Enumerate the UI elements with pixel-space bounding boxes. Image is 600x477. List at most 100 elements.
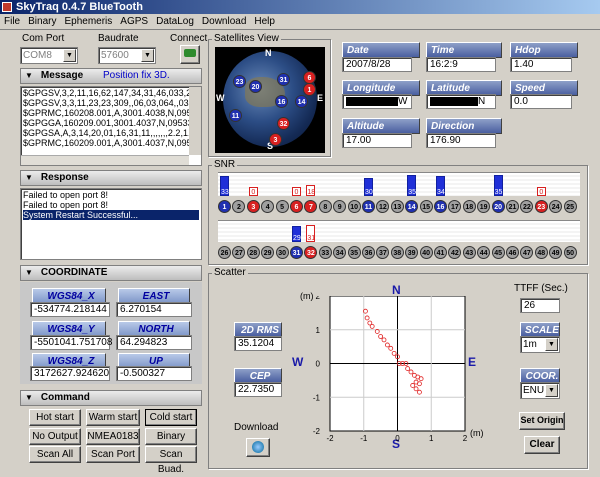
snr-sat-42: 42 — [448, 246, 462, 259]
snr-bar-3: 0 — [248, 187, 258, 196]
message-line: $GPGGA,160209.001,3001.4037,N,09533.1476… — [23, 118, 201, 128]
nmea0183-button[interactable]: NMEA0183 — [86, 428, 140, 445]
snr-sat-3: 3 — [246, 200, 260, 213]
download-button[interactable] — [246, 438, 270, 457]
connect-button[interactable] — [180, 45, 200, 64]
snr-sat-40: 40 — [419, 246, 433, 259]
snr-sat-20: 20 — [491, 200, 505, 213]
y-tick-label: 2 — [316, 296, 321, 301]
menu-binary[interactable]: Binary — [24, 14, 60, 29]
connect-label: Connect — [170, 33, 208, 44]
snr-sat-37: 37 — [376, 246, 390, 259]
snr-sat-41: 41 — [434, 246, 447, 259]
snr-sat-15: 15 — [419, 200, 433, 213]
message-header[interactable]: ▼ Message Position fix 3D. — [20, 68, 202, 84]
message-title: Message — [40, 70, 84, 81]
menu-agps[interactable]: AGPS — [116, 14, 152, 29]
snr-sat-10: 10 — [347, 200, 361, 213]
baudrate-label: Baudrate — [98, 33, 139, 44]
vertical-scrollbar[interactable] — [189, 87, 201, 155]
ttff-label: TTFF (Sec.) — [514, 283, 568, 294]
latitude-suffix: N — [478, 96, 486, 107]
x-tick-label: 1 — [429, 434, 434, 443]
snr-bar-31: 29 — [292, 226, 301, 242]
snr-sat-36: 36 — [362, 246, 375, 259]
redacted-block — [346, 96, 398, 106]
scale-select[interactable]: 1m ▼ — [520, 336, 560, 353]
chevron-down-icon: ▼ — [141, 49, 154, 62]
sky-west: W — [216, 93, 225, 103]
response-header[interactable]: ▼ Response — [20, 170, 202, 186]
scatter-plot: 2 1 0 -1 -2 -2 -1 0 1 2 — [313, 296, 468, 443]
collapse-icon: ▼ — [25, 393, 33, 402]
app-icon — [2, 2, 12, 12]
scan-all-button[interactable]: Scan All — [29, 446, 81, 463]
scale-value: 1m — [523, 339, 537, 350]
snr-sat-9: 9 — [333, 200, 347, 213]
wgs84-x-value: -534774.218144 — [30, 302, 110, 317]
snr-sat-32: 32 — [304, 246, 318, 259]
time-label: Time — [426, 42, 502, 58]
plug-icon — [184, 49, 196, 57]
north-value: 64.294823 — [116, 335, 192, 350]
title-bar: SkyTraq 0.4.7 BlueTooth — [0, 0, 600, 14]
com-port-select[interactable]: COM8 ▼ — [20, 47, 78, 64]
snr-sat-43: 43 — [462, 246, 476, 259]
message-line: $GPGSV,3,2,11,16,62,147,34,31,46,033,29,… — [23, 88, 201, 98]
direction-value: 176.90 — [426, 133, 496, 148]
sky-view: N S W E 23 20 31 6 1 11 16 14 32 3 — [215, 47, 325, 153]
chevron-down-icon: ▼ — [63, 49, 76, 62]
ttff-value: 26 — [520, 298, 560, 313]
no-output-button[interactable]: No Output — [29, 428, 81, 445]
date-value: 2007/8/28 — [342, 57, 412, 72]
scan-port-button[interactable]: Scan Port — [86, 446, 140, 463]
command-title: Command — [40, 392, 90, 403]
snr-sat-13: 13 — [390, 200, 404, 213]
response-log[interactable]: Failed to open port 8! Failed to open po… — [20, 188, 202, 260]
hot-start-button[interactable]: Hot start — [29, 409, 81, 426]
snr-bar-6: 0 — [292, 187, 301, 196]
download-icon — [252, 441, 264, 453]
coor-select[interactable]: ENU ▼ — [520, 382, 560, 399]
menu-file[interactable]: File — [0, 14, 24, 29]
menu-datalog[interactable]: DataLog — [152, 14, 198, 29]
command-header[interactable]: ▼ Command — [20, 390, 202, 406]
baudrate-value: 57600 — [101, 50, 129, 61]
warm-start-button[interactable]: Warm start — [86, 409, 140, 426]
collapse-icon: ▼ — [25, 71, 33, 80]
cold-start-button[interactable]: Cold start — [145, 409, 197, 426]
binary-button[interactable]: Binary — [145, 428, 197, 445]
snr-sat-31: 31 — [290, 246, 303, 259]
snr-sat-48: 48 — [534, 246, 548, 259]
horizontal-scrollbar[interactable] — [21, 155, 189, 165]
response-line: Failed to open port 8! — [23, 200, 109, 210]
snr-sat-34: 34 — [333, 246, 347, 259]
snr-sat-11: 11 — [362, 200, 375, 213]
y-tick-label: -1 — [313, 393, 321, 402]
speed-value: 0.0 — [510, 94, 572, 109]
menu-help[interactable]: Help — [250, 14, 279, 29]
sky-sat-16: 16 — [275, 95, 288, 108]
coordinate-header[interactable]: ▼ COORDINATE — [20, 265, 202, 281]
scan-baud-button[interactable]: Scan Buad. — [145, 446, 197, 475]
baudrate-select[interactable]: 57600 ▼ — [98, 47, 156, 64]
clear-button[interactable]: Clear — [524, 436, 560, 454]
snr-label: SNR — [212, 159, 238, 170]
snr-sat-29: 29 — [261, 246, 275, 259]
menu-bar: File Binary Ephemeris AGPS DataLog Download He… — [0, 14, 600, 30]
set-origin-button[interactable]: Set Origin — [519, 412, 565, 430]
com-port-value: COM8 — [23, 50, 52, 61]
snr-sat-28: 28 — [246, 246, 260, 259]
altitude-label: Altitude — [342, 118, 420, 134]
scale-label: SCALE — [520, 322, 560, 337]
download-label: Download — [234, 422, 279, 433]
menu-ephemeris[interactable]: Ephemeris — [60, 14, 116, 29]
snr-bar-11: 30 — [364, 178, 373, 196]
snr-sat-23: 23 — [534, 200, 548, 213]
snr-sat-21: 21 — [506, 200, 519, 213]
snr-sat-19: 19 — [477, 200, 491, 213]
menu-download[interactable]: Download — [198, 14, 250, 29]
chevron-down-icon: ▼ — [545, 384, 558, 397]
sky-sat-1: 1 — [303, 83, 316, 96]
message-log[interactable]: $GPGSV,3,2,11,16,62,147,34,31,46,033,29,… — [20, 86, 202, 166]
